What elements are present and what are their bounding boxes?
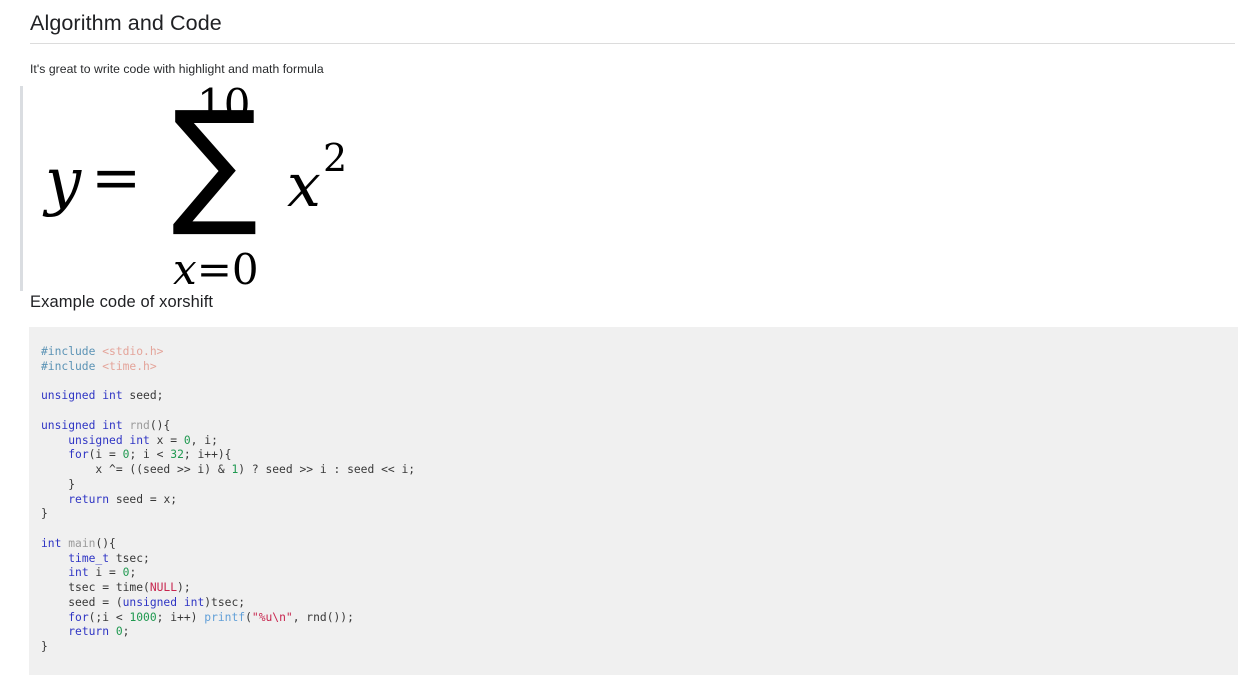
code-block[interactable]: #include <stdio.h> #include <time.h> uns… <box>41 345 1238 655</box>
code-token: )tsec; <box>204 595 246 609</box>
formula-lower-limit-eq: =0 <box>196 245 259 294</box>
code-token: 0 <box>115 625 123 639</box>
code-token: "%u\n" <box>251 610 293 624</box>
formula-lower-limit-var: x <box>173 245 197 294</box>
formula-equals-sign: = <box>91 143 142 213</box>
code-token: tsec; <box>109 551 150 565</box>
code-token: <stdio.h> <box>102 345 164 358</box>
code-token: main <box>68 536 96 550</box>
code-token: } <box>41 507 48 521</box>
title-divider <box>30 43 1235 44</box>
code-token: ) ? seed >> i : seed << i; <box>238 463 416 476</box>
math-formula-blockquote: y = 10 ∑ x=0 x 2 <box>20 83 1238 291</box>
code-token: (){ <box>149 418 171 432</box>
code-token: ( <box>245 610 252 624</box>
code-token: seed = ( <box>41 595 123 609</box>
code-token: time_t <box>68 551 110 565</box>
code-token: 1000 <box>129 610 157 624</box>
code-token: unsigned int <box>41 389 123 403</box>
formula-term-exponent: 2 <box>323 136 348 180</box>
code-block-container: #include <stdio.h> #include <time.h> uns… <box>29 327 1238 675</box>
code-token: unsigned int <box>68 433 150 447</box>
formula-variable-y: y <box>45 145 82 219</box>
code-token: (){ <box>95 536 116 550</box>
code-token: ; i++) <box>156 610 205 624</box>
code-token: seed; <box>122 389 164 403</box>
intro-paragraph: It's great to write code with highlight … <box>30 62 324 76</box>
code-token: , i; <box>190 433 218 447</box>
code-token: ); <box>177 581 191 594</box>
code-token: ; <box>129 566 137 580</box>
code-token: } <box>41 477 76 491</box>
code-token: x = <box>149 433 184 447</box>
code-token: 0 <box>183 433 191 447</box>
code-token: seed = x; <box>109 492 178 506</box>
code-token: int <box>41 536 62 550</box>
code-token: return <box>68 625 110 639</box>
code-token: ; i < <box>129 448 171 462</box>
code-token: (i = <box>88 448 123 462</box>
formula-lower-limit: x=0 <box>173 249 259 291</box>
code-section-heading: Example code of xorshift <box>30 293 214 311</box>
code-token: return <box>68 492 110 506</box>
code-token: i = <box>88 566 123 580</box>
code-token: NULL <box>149 581 178 594</box>
code-token: 32 <box>170 448 184 462</box>
formula-term-base: x <box>287 151 321 221</box>
code-token: for <box>68 448 89 462</box>
code-token: ; i++){ <box>183 448 232 462</box>
page-title: Algorithm and Code <box>30 11 222 35</box>
code-token: <time.h> <box>102 359 157 373</box>
math-formula: y = 10 ∑ x=0 x 2 <box>23 83 423 291</box>
code-token: ; <box>122 625 130 639</box>
code-token: x ^= ((seed >> i) & <box>41 463 232 476</box>
code-token: #include <box>41 345 103 358</box>
code-token: , rnd()); <box>292 610 354 624</box>
code-token: unsigned int <box>41 418 123 432</box>
code-token: #include <box>41 359 103 373</box>
code-token: printf <box>204 610 246 624</box>
code-token: tsec = time( <box>41 581 150 594</box>
code-token: for <box>68 610 89 624</box>
code-token: rnd <box>129 418 150 432</box>
code-token: unsigned int <box>122 595 205 609</box>
document-page: Algorithm and Code It's great to write c… <box>0 0 1258 675</box>
code-token: (;i < <box>88 610 130 624</box>
code-token: int <box>68 566 89 580</box>
code-token: } <box>41 640 48 653</box>
formula-sigma-symbol: ∑ <box>171 83 258 241</box>
